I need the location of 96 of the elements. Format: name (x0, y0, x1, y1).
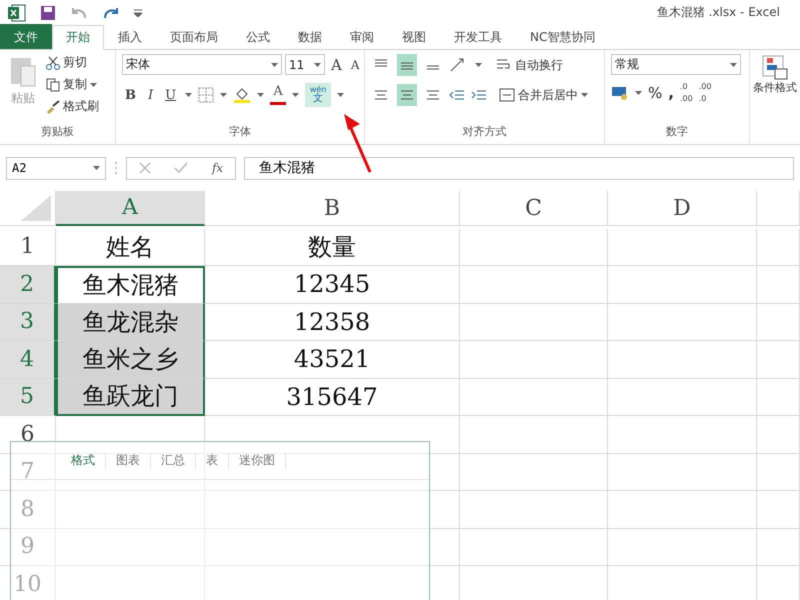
comma-button[interactable]: , (668, 84, 674, 102)
panel-tab[interactable]: 汇总 (151, 452, 196, 469)
group-label: 字体 (228, 124, 252, 140)
table-cell: 姓名 (56, 228, 205, 266)
column-header[interactable]: C (460, 191, 608, 226)
panel-tab[interactable]: 图表 (106, 452, 151, 469)
row-header[interactable]: 4 (0, 341, 56, 378)
grow-font-button[interactable]: A (328, 56, 345, 74)
table-cell: 鱼龙混杂 (56, 304, 205, 341)
panel-tab[interactable]: 表 (196, 452, 229, 469)
currency-icon[interactable] (611, 85, 629, 101)
decrease-decimal-button[interactable]: .00 .0 (698, 83, 712, 103)
align-icon[interactable] (426, 89, 440, 101)
table-cell: 数量 (205, 228, 460, 266)
caret-icon (292, 93, 300, 97)
row-header[interactable]: 2 (0, 266, 56, 304)
phonetic-button[interactable]: wén 文 (305, 83, 332, 107)
caret-icon (90, 82, 97, 86)
caret-icon (93, 166, 100, 170)
table-cell: 12345 (205, 266, 460, 304)
group-label: 剪贴板 (40, 124, 75, 140)
conditional-format-button[interactable]: 条件格式 (753, 80, 797, 95)
table-cell: 鱼跃龙门 (56, 378, 205, 416)
file-tab[interactable]: 文件 (0, 24, 52, 49)
bold-button[interactable]: B (122, 88, 139, 102)
font-size-dropdown[interactable]: 11 (285, 54, 325, 75)
caret-icon (271, 62, 278, 66)
font-color-button[interactable]: A (270, 85, 286, 98)
caret-icon (635, 91, 642, 95)
scissors-icon (46, 56, 60, 70)
fill-color-icon[interactable] (233, 86, 252, 104)
column-header[interactable]: B (205, 191, 460, 226)
borders-icon[interactable] (198, 87, 214, 103)
format-painter-button[interactable]: 格式刷 (46, 98, 99, 115)
window-title: 鱼木混猪 .xlsx - Excel (656, 4, 781, 21)
table-cell (757, 266, 800, 304)
formula-input[interactable]: 鱼木混猪 (244, 156, 794, 180)
caret-icon (337, 93, 344, 97)
cut-button[interactable]: 剪切 (46, 54, 99, 71)
table-cell (757, 341, 800, 378)
number-format-dropdown[interactable]: 常规 (611, 54, 741, 75)
table-cell: 12358 (205, 304, 460, 341)
color-bar-icon (270, 102, 286, 105)
indent-icon[interactable] (471, 89, 487, 101)
brush-icon (46, 100, 60, 114)
increase-decimal-button[interactable]: .0 .00 (680, 83, 693, 103)
save-icon[interactable] (40, 4, 56, 20)
underline-button[interactable]: U (162, 88, 180, 102)
table-cell (757, 528, 800, 566)
font-name-dropdown[interactable]: 宋体 (122, 54, 282, 75)
customize-icon[interactable] (134, 8, 142, 16)
table-cell (757, 454, 800, 491)
percent-button[interactable]: % (648, 84, 662, 102)
table-cell (757, 416, 800, 454)
align-icon[interactable] (400, 89, 414, 101)
indent-icon[interactable] (449, 89, 465, 101)
shrink-font-button[interactable]: A (348, 58, 363, 72)
copy-button[interactable]: 复制 (46, 76, 99, 93)
table-cell (757, 228, 800, 266)
align-icon[interactable] (374, 89, 388, 101)
italic-button[interactable]: I (145, 88, 156, 102)
wrap-text-button[interactable]: 自动换行 (496, 56, 563, 74)
excel-logo-icon (8, 4, 26, 22)
row-header[interactable]: 5 (0, 378, 56, 416)
group-label: 对齐方式 (462, 124, 508, 140)
conditional-format-icon[interactable] (761, 54, 789, 80)
merge-icon (499, 88, 515, 102)
grip-icon (114, 161, 118, 175)
panel-tab[interactable]: 迷你图 (229, 452, 286, 469)
redo-icon[interactable] (102, 6, 120, 20)
caret-icon (730, 62, 737, 66)
table-cell (757, 304, 800, 341)
table-cell: 鱼木混猪 (56, 266, 205, 304)
column-header[interactable]: D (608, 191, 757, 226)
caret-icon (257, 93, 264, 97)
row-header[interactable]: 6 (0, 416, 56, 454)
copy-icon (46, 78, 60, 92)
table-cell: 鱼米之乡 (56, 341, 205, 378)
caret-icon (314, 62, 321, 66)
column-header[interactable]: A (56, 191, 205, 226)
caret-icon (475, 63, 482, 67)
caret-icon (220, 93, 228, 97)
merge-center-button[interactable]: 合并后居中 (499, 86, 588, 104)
table-cell: 315647 (205, 378, 460, 416)
caret-icon (581, 93, 588, 97)
group-label: 数字 (665, 124, 689, 140)
table-cell (757, 378, 800, 416)
panel-tab[interactable]: 格式 (61, 452, 106, 469)
table-cell: 43521 (205, 341, 460, 378)
ribbon-tab[interactable]: 开始 (52, 25, 104, 50)
insert-function-button[interactable]: fx (212, 161, 224, 175)
row-header[interactable]: 3 (0, 304, 56, 341)
table-cell (757, 491, 800, 528)
name-box[interactable]: A2 (6, 156, 106, 180)
row-header[interactable]: 1 (0, 228, 56, 266)
caret-icon (185, 93, 192, 97)
